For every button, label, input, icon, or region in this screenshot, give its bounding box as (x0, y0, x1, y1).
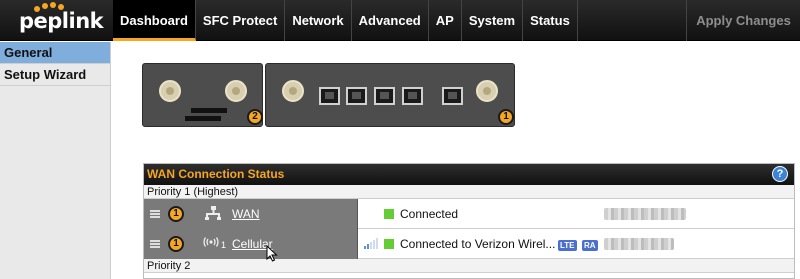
device-number-badge: 1 (498, 109, 514, 125)
nav-dashboard[interactable]: Dashboard (113, 0, 196, 41)
ethernet-port-icon (402, 87, 423, 105)
priority-badge: 1 (168, 206, 184, 222)
device-panel-cellular-module: 2 (142, 63, 263, 127)
peplink-logo[interactable]: peplink (0, 0, 113, 41)
wan-row-name-cell: 1 WAN (144, 199, 358, 229)
logo-text: peplink (19, 9, 104, 33)
ra-badge: RA (582, 240, 598, 251)
status-indicator-icon (384, 209, 394, 219)
sim-slot (191, 108, 227, 113)
ethernet-port-icon (442, 87, 463, 105)
nav-advanced[interactable]: Advanced (352, 0, 429, 41)
wan-link[interactable]: WAN (232, 206, 260, 222)
antenna-connector-icon (282, 80, 304, 102)
cellular-row: 1 1 Cellular Connected to Verizon Wirel.… (144, 229, 794, 259)
nav-status[interactable]: Status (523, 0, 578, 41)
wan-status-header: WAN Connection Status ? (144, 164, 794, 185)
apply-changes-button[interactable]: Apply Changes (686, 0, 800, 41)
antenna-connector-icon (225, 80, 247, 102)
antenna-connector-icon (159, 80, 181, 102)
nav-system[interactable]: System (462, 0, 524, 41)
priority-2-label: Priority 2 (144, 259, 794, 273)
antenna-connector-icon (476, 80, 498, 102)
sidebar: General Setup Wizard (0, 42, 111, 279)
cellular-icon (203, 237, 219, 247)
lte-badge: LTE (558, 240, 577, 251)
signal-strength-icon (364, 238, 378, 249)
network-icon (205, 206, 221, 220)
cellular-row-name-cell: 1 1 Cellular (144, 229, 358, 259)
nav-ap[interactable]: AP (429, 0, 462, 41)
ip-address-blurred (604, 238, 674, 250)
ip-address-blurred (604, 208, 686, 220)
drag-handle-icon[interactable] (150, 240, 160, 248)
wan-status-text: Connected (400, 207, 459, 221)
sim-slot (185, 116, 221, 121)
cellular-status-text: Connected to Verizon Wirel... (400, 237, 556, 251)
priority-badge: 1 (168, 236, 184, 252)
device-number-badge: 2 (247, 109, 263, 125)
cellular-sub-number: 1 (221, 240, 227, 250)
mouse-pointer-icon (266, 245, 278, 262)
sidebar-item-general[interactable]: General (0, 42, 110, 64)
nav-network[interactable]: Network (285, 0, 352, 41)
ethernet-port-icon (319, 87, 340, 105)
wan-connection-status-table: WAN Connection Status ? Priority 1 (High… (143, 163, 795, 279)
nav-sfc-protect[interactable]: SFC Protect (196, 0, 286, 41)
ethernet-port-icon (374, 87, 395, 105)
sidebar-item-setup-wizard[interactable]: Setup Wizard (0, 64, 110, 86)
cellular-row-status-cell: Connected to Verizon Wirel... LTE RA (358, 229, 794, 258)
main-nav: Dashboard SFC Protect Network Advanced A… (113, 0, 578, 41)
wan-row-status-cell: Connected (358, 199, 794, 228)
wan-status-title: WAN Connection Status (147, 167, 285, 181)
top-navigation-bar: peplink Dashboard SFC Protect Network Ad… (0, 0, 800, 41)
help-icon[interactable]: ? (772, 166, 788, 182)
drag-handle-icon[interactable] (150, 210, 160, 218)
ethernet-port-icon (346, 87, 367, 105)
device-panel-router: 1 (265, 63, 515, 127)
status-indicator-icon (384, 239, 394, 249)
priority-1-label: Priority 1 (Highest) (144, 185, 794, 199)
wan-row: 1 WAN Connected (144, 199, 794, 229)
